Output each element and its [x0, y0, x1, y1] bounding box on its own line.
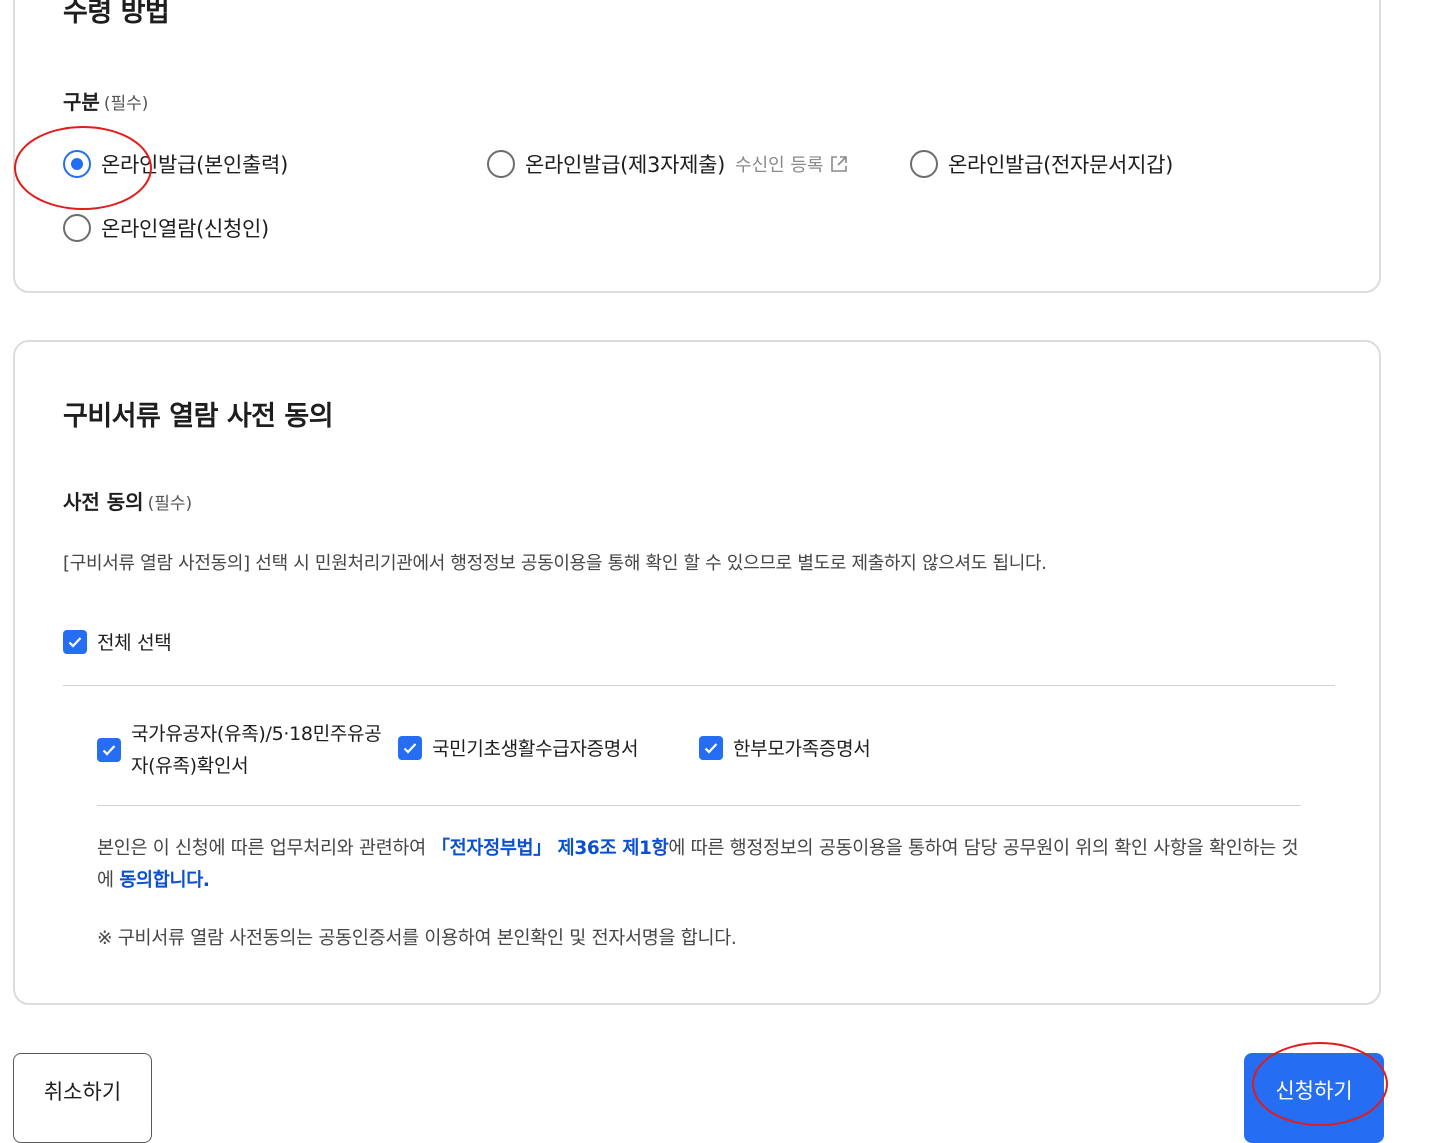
radio-circle-selected[interactable]	[63, 150, 91, 178]
category-label: 구분 (필수)	[63, 86, 148, 115]
radio-circle[interactable]	[487, 150, 515, 178]
radio-label: 온라인발급(전자문서지갑)	[948, 153, 1174, 177]
radio-online-self-print[interactable]: 온라인발급(본인출력)	[63, 149, 288, 179]
category-label-text: 구분	[63, 90, 100, 114]
document-label: 한부모가족증명서	[733, 738, 871, 760]
document-checkbox-single-parent[interactable]: 한부모가족증명서	[699, 734, 871, 761]
receipt-method-card: 수령 방법 구분 (필수) 온라인발급(본인출력) 온라인발급(제3자제출) 수신…	[13, 0, 1381, 293]
radio-online-e-wallet[interactable]: 온라인발급(전자문서지갑)	[910, 149, 1173, 179]
checkbox-checked-icon[interactable]	[97, 738, 121, 762]
radio-online-third-party[interactable]: 온라인발급(제3자제출) 수신인 등록	[487, 149, 848, 179]
document-label-line: 자(유족)확인서	[131, 755, 249, 777]
receipt-method-title: 수령 방법	[63, 0, 170, 28]
checkbox-checked-icon[interactable]	[63, 629, 87, 654]
law-reference: 「전자정부법」 제36조 제1항	[431, 838, 669, 859]
radio-online-view-applicant[interactable]: 온라인열람(신청인)	[63, 213, 269, 243]
divider	[63, 685, 1335, 686]
document-checkbox-basic-livelihood[interactable]: 국민기초생활수급자증명서	[398, 734, 638, 761]
pre-consent-label: 사전 동의 (필수)	[63, 486, 192, 515]
pre-consent-label-text: 사전 동의	[63, 490, 144, 514]
radio-circle[interactable]	[910, 150, 938, 178]
checkbox-checked-icon[interactable]	[398, 735, 422, 760]
document-consent-card: 구비서류 열람 사전 동의 사전 동의 (필수) [구비서류 열람 사전동의] 선…	[13, 340, 1381, 1005]
consent-description: [구비서류 열람 사전동의] 선택 시 민원처리기관에서 행정정보 공동이용을 …	[63, 553, 1047, 574]
select-all-checkbox[interactable]: 전체 선택	[63, 628, 172, 655]
notice-text: 본인은 이 신청에 따른 업무처리와 관련하여	[97, 838, 432, 859]
document-checkbox-veteran[interactable]: 국가유공자(유족)/5·18민주유공 자(유족)확인서	[97, 718, 382, 782]
radio-label: 온라인발급(제3자제출)	[525, 153, 726, 177]
certificate-note: ※ 구비서류 열람 사전동의는 공동인증서를 이용하여 본인확인 및 전자서명을…	[97, 928, 737, 949]
cancel-button[interactable]: 취소하기	[13, 1053, 152, 1143]
document-consent-title: 구비서류 열람 사전 동의	[63, 401, 334, 432]
document-label: 국민기초생활수급자증명서	[432, 738, 639, 760]
document-label-line: 국가유공자(유족)/5·18민주유공	[131, 723, 382, 745]
required-mark: (필수)	[147, 494, 193, 514]
external-link-icon	[830, 156, 847, 172]
radio-label: 온라인발급(본인출력)	[101, 153, 288, 177]
radio-label: 온라인열람(신청인)	[101, 217, 269, 241]
radio-circle[interactable]	[63, 214, 91, 242]
consent-notice: 본인은 이 신청에 따른 업무처리와 관련하여 「전자정부법」 제36조 제1항…	[97, 833, 1307, 897]
select-all-label: 전체 선택	[97, 632, 172, 654]
checkbox-checked-icon[interactable]	[699, 735, 723, 760]
required-mark: (필수)	[103, 94, 149, 114]
recipient-register-link[interactable]: 수신인 등록	[735, 151, 848, 177]
divider	[97, 805, 1301, 806]
recipient-register-text: 수신인 등록	[735, 155, 824, 176]
apply-button[interactable]: 신청하기	[1244, 1053, 1384, 1143]
document-label: 국가유공자(유족)/5·18민주유공 자(유족)확인서	[131, 718, 382, 782]
agree-text: 동의합니다.	[119, 870, 210, 891]
